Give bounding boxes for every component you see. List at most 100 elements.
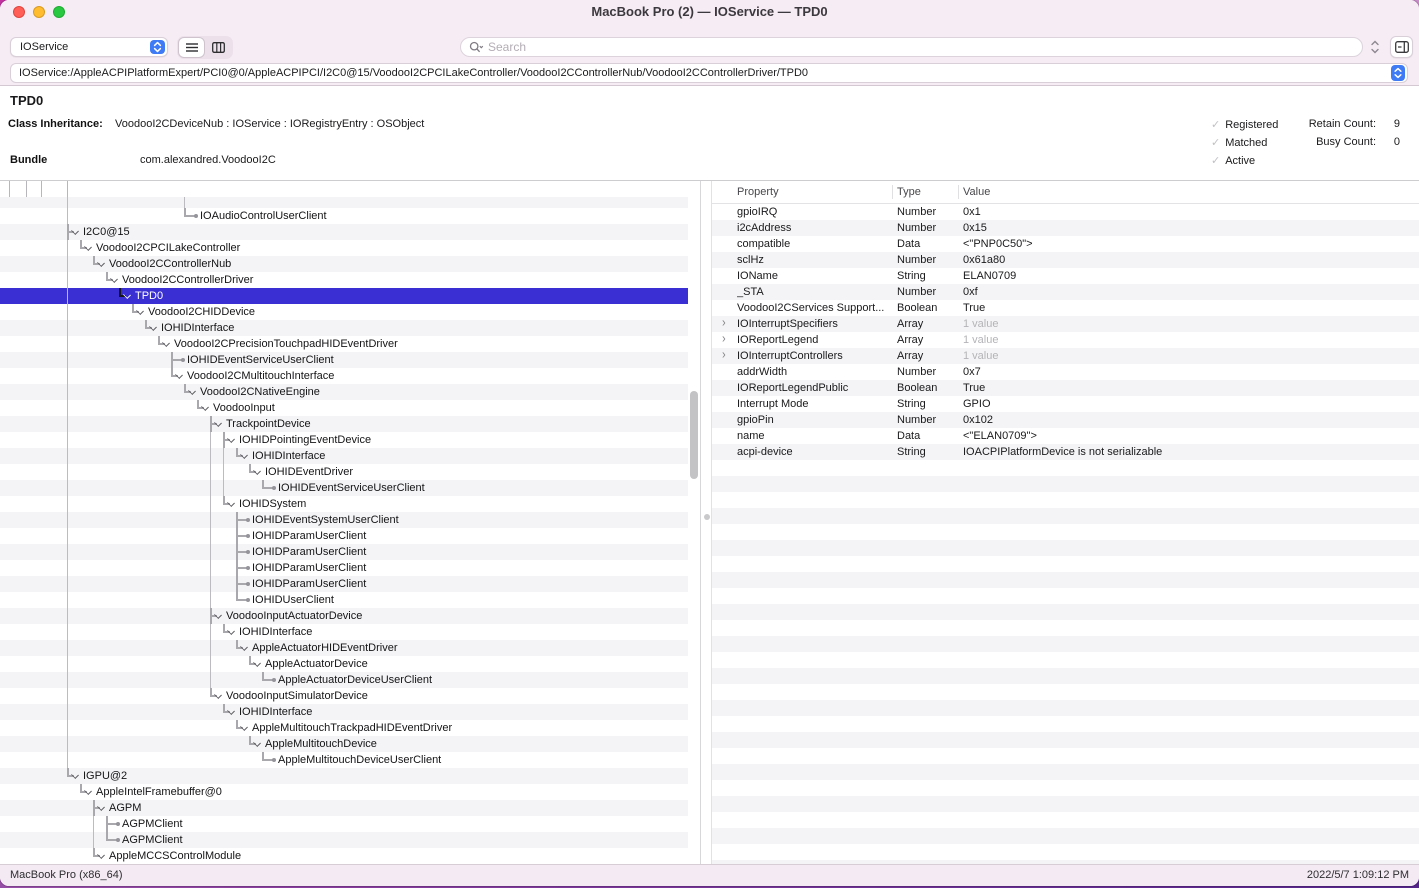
- tree-row[interactable]: IOAudioControlUserClient: [0, 208, 688, 224]
- outline-view-button[interactable]: [178, 37, 205, 58]
- array-disclosure-icon[interactable]: ›: [722, 332, 726, 346]
- disclosure-chevron-icon[interactable]: [227, 707, 235, 715]
- disclosure-chevron-icon[interactable]: [97, 851, 105, 859]
- tree-node-label[interactable]: IOHIDInterface: [239, 624, 312, 640]
- column-separator[interactable]: [958, 185, 959, 199]
- disclosure-chevron-icon[interactable]: [162, 339, 170, 347]
- disclosure-chevron-icon[interactable]: [227, 499, 235, 507]
- tree-row[interactable]: IOHIDEventServiceUserClient: [0, 352, 688, 368]
- disclosure-chevron-icon[interactable]: [227, 627, 235, 635]
- inspector-toggle-button[interactable]: [1390, 36, 1413, 58]
- array-disclosure-icon[interactable]: ›: [722, 316, 726, 330]
- tree-row[interactable]: IOHIDParamUserClient: [0, 560, 688, 576]
- disclosure-chevron-icon[interactable]: [253, 467, 261, 475]
- tree-node-label[interactable]: AppleMultitouchDeviceUserClient: [278, 752, 441, 768]
- tree-node-label[interactable]: IOHIDInterface: [239, 704, 312, 720]
- property-row[interactable]: addrWidthNumber0x7: [712, 364, 1419, 380]
- tree-row[interactable]: I2C0@15: [0, 224, 688, 240]
- array-disclosure-icon[interactable]: ›: [722, 348, 726, 362]
- tree-node-label[interactable]: VoodooInputActuatorDevice: [226, 608, 362, 624]
- tree-node-label[interactable]: AppleMultitouchDevice: [265, 736, 377, 752]
- disclosure-chevron-icon[interactable]: [97, 803, 105, 811]
- disclosure-chevron-icon[interactable]: [253, 739, 261, 747]
- tree-row[interactable]: VoodooInput: [0, 400, 688, 416]
- tree-node-label[interactable]: TPD0: [135, 288, 163, 304]
- tree-node-label[interactable]: IOHIDEventDriver: [265, 464, 353, 480]
- tree-node-label[interactable]: I2C0@15: [83, 224, 130, 240]
- disclosure-chevron-icon[interactable]: [84, 243, 92, 251]
- tree-row[interactable]: AppleActuatorDeviceUserClient: [0, 672, 688, 688]
- property-row[interactable]: gpioPinNumber0x102: [712, 412, 1419, 428]
- tree-node-label[interactable]: TrackpointDevice: [226, 416, 311, 432]
- property-row[interactable]: Interrupt ModeStringGPIO: [712, 396, 1419, 412]
- tree-scrollbar-thumb[interactable]: [690, 391, 698, 479]
- tree-row[interactable]: VoodooI2CNativeEngine: [0, 384, 688, 400]
- tree-node-label[interactable]: IOHIDUserClient: [252, 592, 334, 608]
- property-row[interactable]: IOReportLegendPublicBooleanTrue: [712, 380, 1419, 396]
- tree-row[interactable]: AGPM: [0, 800, 688, 816]
- tree-row[interactable]: IOHIDPointingEventDevice: [0, 432, 688, 448]
- tree-node-label[interactable]: IOAudioControlUserClient: [226, 197, 353, 200]
- tree-row[interactable]: AppleMultitouchTrackpadHIDEventDriver: [0, 720, 688, 736]
- tree-row[interactable]: IOHIDSystem: [0, 496, 688, 512]
- tree-node-label[interactable]: AppleActuatorDevice: [265, 656, 368, 672]
- pane-splitter[interactable]: [700, 181, 712, 864]
- tree-node-label[interactable]: IOHIDEventServiceUserClient: [187, 352, 334, 368]
- tree-node-label[interactable]: VoodooI2CPCILakeController: [96, 240, 240, 256]
- disclosure-chevron-icon[interactable]: [149, 323, 157, 331]
- tree-node-label[interactable]: VoodooI2CControllerDriver: [122, 272, 253, 288]
- tree-node-label[interactable]: AppleMultitouchTrackpadHIDEventDriver: [252, 720, 452, 736]
- tree-node-label[interactable]: AppleMCCSControlModule: [109, 848, 241, 864]
- tree-row[interactable]: AppleActuatorDevice: [0, 656, 688, 672]
- property-row[interactable]: _STANumber0xf: [712, 284, 1419, 300]
- column-separator[interactable]: [892, 185, 893, 199]
- tree-row[interactable]: IOAudioControlUserClient: [0, 197, 688, 208]
- tree-node-label[interactable]: IOHIDEventSystemUserClient: [252, 512, 399, 528]
- tree-row[interactable]: IOHIDEventDriver: [0, 464, 688, 480]
- tree-row[interactable]: IOHIDInterface: [0, 624, 688, 640]
- tree-row[interactable]: AGPMClient: [0, 816, 688, 832]
- tree-row[interactable]: IOHIDUserClient: [0, 592, 688, 608]
- tree-row[interactable]: AppleMCCSControlModule: [0, 848, 688, 864]
- column-view-button[interactable]: [205, 37, 232, 58]
- tree-row[interactable]: AppleIntelFramebuffer@0: [0, 784, 688, 800]
- tree-row[interactable]: AppleMultitouchDeviceUserClient: [0, 752, 688, 768]
- property-row[interactable]: VoodooI2CServices Support...BooleanTrue: [712, 300, 1419, 316]
- column-header-value[interactable]: Value: [963, 186, 990, 198]
- tree-row[interactable]: AppleMultitouchDevice: [0, 736, 688, 752]
- tree-node-label[interactable]: IOHIDParamUserClient: [252, 544, 366, 560]
- tree-row[interactable]: VoodooInputActuatorDevice: [0, 608, 688, 624]
- tree-row[interactable]: AppleActuatorHIDEventDriver: [0, 640, 688, 656]
- disclosure-chevron-icon[interactable]: [201, 403, 209, 411]
- disclosure-chevron-icon[interactable]: [240, 643, 248, 651]
- property-row[interactable]: acpi-deviceStringIOACPIPlatformDevice is…: [712, 444, 1419, 460]
- property-row[interactable]: ›IOReportLegendArray1 value: [712, 332, 1419, 348]
- tree-node-label[interactable]: AGPMClient: [122, 816, 183, 832]
- tree-node-label[interactable]: VoodooInputSimulatorDevice: [226, 688, 368, 704]
- search-history-stepper[interactable]: [1368, 38, 1382, 56]
- path-popup-stepper-icon[interactable]: [1391, 65, 1405, 81]
- property-row[interactable]: compatibleData<"PNP0C50">: [712, 236, 1419, 252]
- tree-node-label[interactable]: IOHIDParamUserClient: [252, 560, 366, 576]
- registry-tree-pane[interactable]: IOAudioControlUserClient IOAudioControlUs…: [0, 181, 700, 864]
- tree-row[interactable]: IOHIDInterface: [0, 320, 688, 336]
- tree-row[interactable]: VoodooI2CMultitouchInterface: [0, 368, 688, 384]
- disclosure-chevron-icon[interactable]: [240, 451, 248, 459]
- tree-node-label[interactable]: AppleActuatorDeviceUserClient: [278, 672, 432, 688]
- column-header-property[interactable]: Property: [737, 186, 779, 198]
- property-table-header[interactable]: Property Type Value: [712, 181, 1419, 204]
- tree-node-label[interactable]: VoodooI2CHIDDevice: [148, 304, 255, 320]
- disclosure-chevron-icon[interactable]: [123, 291, 131, 299]
- disclosure-chevron-icon[interactable]: [240, 723, 248, 731]
- tree-row[interactable]: VoodooI2CPCILakeController: [0, 240, 688, 256]
- tree-node-label[interactable]: IOHIDParamUserClient: [252, 576, 366, 592]
- tree-node-label[interactable]: VoodooI2CControllerNub: [109, 256, 231, 272]
- tree-row[interactable]: VoodooI2CControllerNub: [0, 256, 688, 272]
- tree-row[interactable]: VoodooI2CControllerDriver: [0, 272, 688, 288]
- tree-node-label[interactable]: VoodooI2CNativeEngine: [200, 384, 320, 400]
- tree-node-label[interactable]: VoodooInput: [213, 400, 275, 416]
- tree-row[interactable]: IOHIDEventServiceUserClient: [0, 480, 688, 496]
- tree-row[interactable]: IOHIDEventSystemUserClient: [0, 512, 688, 528]
- property-row[interactable]: i2cAddressNumber0x15: [712, 220, 1419, 236]
- tree-node-label[interactable]: IGPU@2: [83, 768, 127, 784]
